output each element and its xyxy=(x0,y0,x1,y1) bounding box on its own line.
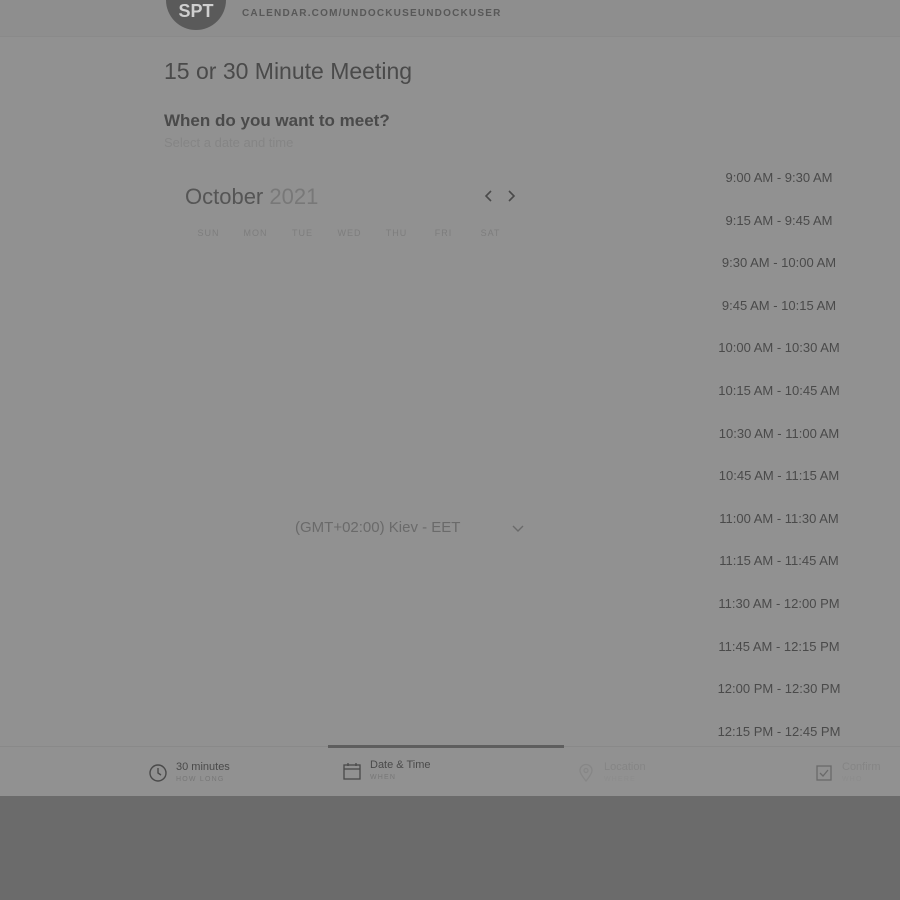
timezone-value: (GMT+02:00) Kiev - EET xyxy=(295,519,461,536)
month-name: October xyxy=(185,184,264,209)
calendar-icon xyxy=(342,761,362,786)
bottom-area xyxy=(0,796,900,900)
when-heading: When do you want to meet? xyxy=(164,111,390,130)
time-slot-list: 9:00 AM - 9:30 AM 9:15 AM - 9:45 AM 9:30… xyxy=(700,157,858,753)
header: SPT ~ CALENDAR.COM/UNDOCKUSEUNDOCKUSER xyxy=(0,0,900,37)
avatar: SPT xyxy=(166,0,226,30)
booking-page: SPT ~ CALENDAR.COM/UNDOCKUSEUNDOCKUSER 1… xyxy=(0,0,900,796)
weekday-label: FRI xyxy=(434,228,453,238)
weekday-label: MON xyxy=(243,228,268,238)
month-year: 2021 xyxy=(269,184,319,209)
time-slot[interactable]: 11:00 AM - 11:30 AM xyxy=(700,498,858,541)
time-slot[interactable]: 10:00 AM - 10:30 AM xyxy=(700,327,858,370)
timezone-select[interactable]: (GMT+02:00) Kiev - EET xyxy=(295,519,530,541)
chevron-right-icon xyxy=(508,190,516,202)
location-pin-icon xyxy=(576,763,596,788)
active-step-indicator xyxy=(328,745,564,748)
step-sublabel: WHO xyxy=(842,776,863,783)
time-slot[interactable]: 9:00 AM - 9:30 AM xyxy=(700,157,858,200)
weekday-label: THU xyxy=(385,228,408,238)
next-month-button[interactable] xyxy=(503,186,519,206)
step-sublabel: WHERE xyxy=(604,776,637,783)
step-sublabel: HOW LONG xyxy=(176,776,225,783)
time-slot[interactable]: 11:30 AM - 12:00 PM xyxy=(700,583,858,626)
clock-icon xyxy=(148,763,168,788)
step-sublabel: WHEN xyxy=(370,774,397,781)
meeting-title: 15 or 30 Minute Meeting xyxy=(164,58,413,84)
time-slot[interactable]: 9:15 AM - 9:45 AM xyxy=(700,200,858,243)
prev-month-button[interactable] xyxy=(481,186,497,206)
when-subheading: Select a date and time xyxy=(164,135,294,150)
confirm-icon xyxy=(814,763,834,788)
time-slot[interactable]: 9:30 AM - 10:00 AM xyxy=(700,242,858,285)
weekday-label: WED xyxy=(337,228,362,238)
step-label: Date & Time xyxy=(370,759,431,771)
calendar-url[interactable]: CALENDAR.COM/UNDOCKUSEUNDOCKUSER xyxy=(242,8,502,19)
step-label: 30 minutes xyxy=(176,761,230,773)
weekday-label: SUN xyxy=(197,228,220,238)
weekday-label: TUE xyxy=(292,228,313,238)
chevron-left-icon xyxy=(484,190,492,202)
time-slot[interactable]: 11:45 AM - 12:15 PM xyxy=(700,626,858,669)
time-slot[interactable]: 9:45 AM - 10:15 AM xyxy=(700,285,858,328)
weekday-header: SUN MON TUE WED THU FRI SAT xyxy=(185,228,515,238)
step-label: Confirm xyxy=(842,761,881,773)
step-footer: 30 minutes HOW LONG Date & Time WHEN Loc… xyxy=(0,745,900,796)
time-slot[interactable]: 12:00 PM - 12:30 PM xyxy=(700,668,858,711)
time-slot[interactable]: 11:15 AM - 11:45 AM xyxy=(700,540,858,583)
step-label: Location xyxy=(604,761,646,773)
time-slot[interactable]: 10:15 AM - 10:45 AM xyxy=(700,370,858,413)
weekday-label: SAT xyxy=(480,228,501,238)
time-slot[interactable]: 10:45 AM - 11:15 AM xyxy=(700,455,858,498)
month-title: October 2021 xyxy=(185,184,318,210)
chevron-down-icon xyxy=(512,521,524,536)
time-slot[interactable]: 10:30 AM - 11:00 AM xyxy=(700,413,858,456)
